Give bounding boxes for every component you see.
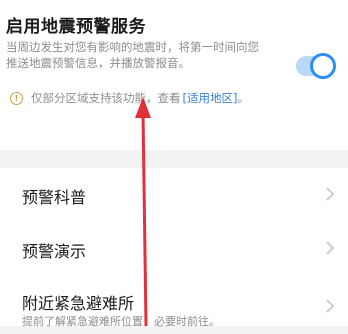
menu-item-label: 预警演示	[22, 242, 87, 261]
chevron-right-icon	[326, 241, 335, 255]
notice-suffix: 。	[237, 91, 249, 105]
notice-text: 仅部分区域支持该功能，查看	[31, 91, 181, 105]
service-description: 当周边发生对您有影响的地震时，将第一时间向您 推送地震预警信息，并播放警报音。	[6, 39, 266, 71]
toggle-knob[interactable]	[310, 53, 336, 79]
chevron-right-icon	[326, 187, 335, 201]
menu-item-label: 附近紧急避难所	[22, 294, 135, 313]
applicable-regions-link[interactable]: [适用地区]	[183, 90, 238, 106]
menu-item-warning-demo[interactable]: 预警演示	[0, 222, 348, 274]
page-title: 启用地震预警服务	[6, 17, 146, 37]
description-line-1: 当周边发生对您有影响的地震时，将第一时间向您	[6, 40, 259, 54]
description-line-2: 推送地震预警信息，并播放警报音。	[6, 56, 190, 70]
enable-warning-toggle[interactable]	[296, 53, 336, 79]
region-notice: ! 仅部分区域支持该功能，查看 [适用地区] 。	[8, 90, 338, 106]
menu-item-warning-science[interactable]: 预警科普	[0, 168, 348, 220]
menu-item-label: 预警科普	[22, 188, 87, 207]
info-circle-icon: !	[10, 91, 23, 105]
shelter-sublabel: 提前了解紧急避难所位置，必要时前往。	[22, 315, 220, 328]
section-divider	[0, 150, 348, 168]
earthquake-warning-card: 启用地震预警服务 当周边发生对您有影响的地震时，将第一时间向您 推送地震预警信息…	[0, 0, 348, 150]
chevron-right-icon	[326, 299, 335, 313]
